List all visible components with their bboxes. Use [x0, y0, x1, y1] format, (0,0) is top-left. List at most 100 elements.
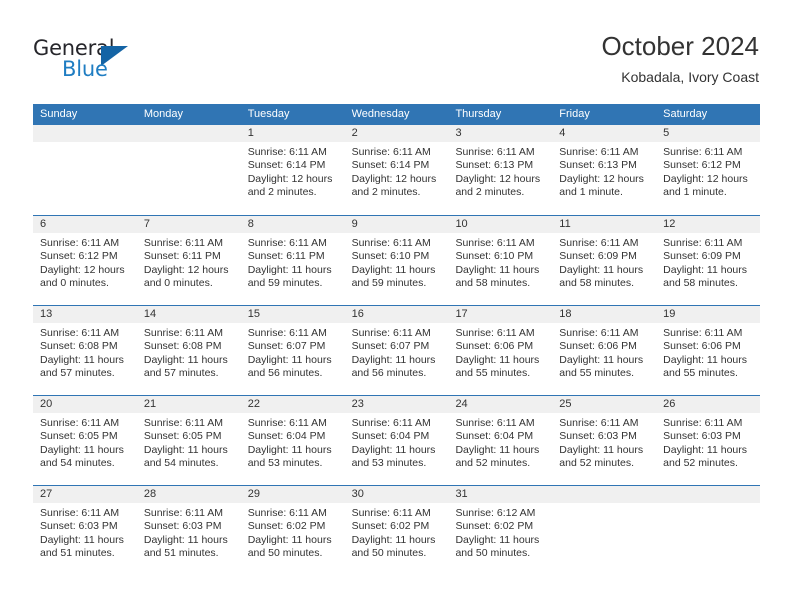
day-details [137, 142, 241, 146]
calendar-day-cell[interactable]: 15 Sunrise: 6:11 AM Sunset: 6:07 PM Dayligh… [240, 306, 345, 395]
sunrise-text: Sunrise: 6:11 AM [40, 507, 120, 519]
daylight-text: Daylight: 11 hours [40, 443, 124, 456]
calendar-day-cell[interactable]: 27 Sunrise: 6:11 AM Sunset: 6:03 PM Dayligh… [33, 486, 137, 575]
daylight-text-cont: and 56 minutes. [247, 367, 323, 380]
sunrise-text: Sunrise: 6:11 AM [455, 327, 535, 339]
daylight-text-cont: and 51 minutes. [143, 547, 219, 560]
day-details: Sunrise: 6:11 AM Sunset: 6:14 PM Daylight:… [345, 142, 449, 200]
calendar-day-cell[interactable]: 6 Sunrise: 6:11 AM Sunset: 6:12 PM Daylight… [33, 216, 137, 305]
daylight-text: Daylight: 12 hours [455, 172, 541, 185]
calendar-day-cell[interactable]: 24 Sunrise: 6:11 AM Sunset: 6:04 PM Dayligh… [448, 396, 553, 485]
day-number-band: 7 [136, 216, 241, 233]
daylight-text-cont: and 58 minutes. [663, 277, 738, 290]
calendar-day-cell[interactable]: 16 Sunrise: 6:11 AM Sunset: 6:07 PM Dayligh… [344, 306, 449, 395]
sunrise-text: Sunrise: 6:12 AM [455, 507, 536, 519]
day-details: Sunrise: 6:11 AM Sunset: 6:10 PM Daylight:… [345, 233, 449, 291]
sunrise-text: Sunrise: 6:11 AM [559, 146, 639, 158]
calendar-day-cell[interactable]: 26 Sunrise: 6:11 AM Sunset: 6:03 PM Dayligh… [656, 396, 761, 485]
calendar-day-cell[interactable]: 17 Sunrise: 6:11 AM Sunset: 6:06 PM Dayligh… [448, 306, 553, 395]
calendar-day-cell[interactable]: 30 Sunrise: 6:11 AM Sunset: 6:02 PM Dayligh… [344, 486, 449, 575]
sunrise-text: Sunrise: 6:11 AM [247, 417, 327, 429]
daylight-text-cont: and 1 minute. [559, 186, 623, 199]
daylight-text-cont: and 2 minutes. [247, 186, 317, 199]
daylight-text: Daylight: 11 hours [559, 263, 644, 276]
sunset-text: Sunset: 6:14 PM [247, 159, 326, 172]
calendar-day-cell[interactable]: 5 Sunrise: 6:11 AM Sunset: 6:12 PM Daylight… [656, 125, 761, 215]
sunset-text: Sunset: 6:05 PM [143, 430, 222, 443]
calendar-day-cell[interactable]: 13 Sunrise: 6:11 AM Sunset: 6:08 PM Dayligh… [33, 306, 137, 395]
weekday-header-saturday: Saturday [663, 108, 708, 120]
sunset-text: Sunset: 6:09 PM [663, 250, 741, 263]
day-number: 4 [559, 127, 566, 139]
general-blue-logo[interactable]: General Blue [33, 36, 143, 82]
calendar-day-cell[interactable]: 4 Sunrise: 6:11 AM Sunset: 6:13 PM Daylight… [552, 125, 657, 215]
sunset-text: Sunset: 6:02 PM [247, 520, 326, 533]
calendar-day-cell[interactable]: 7 Sunrise: 6:11 AM Sunset: 6:11 PM Daylight… [136, 216, 241, 305]
calendar-cell-empty [136, 125, 241, 215]
sunrise-text: Sunrise: 6:11 AM [143, 237, 224, 249]
day-number-band [136, 125, 241, 142]
daylight-text: Daylight: 12 hours [663, 172, 748, 185]
calendar-day-cell[interactable]: 28 Sunrise: 6:11 AM Sunset: 6:03 PM Dayligh… [136, 486, 241, 575]
day-number-band: 1 [240, 125, 345, 142]
calendar-day-cell[interactable]: 23 Sunrise: 6:11 AM Sunset: 6:04 PM Dayligh… [344, 396, 449, 485]
day-number: 5 [663, 127, 670, 139]
calendar-day-cell[interactable]: 12 Sunrise: 6:11 AM Sunset: 6:09 PM Dayligh… [656, 216, 761, 305]
calendar-day-cell[interactable]: 22 Sunrise: 6:11 AM Sunset: 6:04 PM Dayligh… [240, 396, 345, 485]
sunset-text: Sunset: 6:13 PM [559, 159, 637, 172]
day-details [656, 503, 760, 507]
day-details: Sunrise: 6:11 AM Sunset: 6:04 PM Daylight:… [448, 413, 552, 471]
calendar-day-cell[interactable]: 29 Sunrise: 6:11 AM Sunset: 6:02 PM Dayligh… [240, 486, 345, 575]
calendar-day-cell[interactable]: 11 Sunrise: 6:11 AM Sunset: 6:09 PM Dayligh… [552, 216, 657, 305]
sunrise-text: Sunrise: 6:11 AM [351, 237, 431, 249]
day-details: Sunrise: 6:11 AM Sunset: 6:13 PM Daylight:… [448, 142, 552, 200]
calendar-day-cell[interactable]: 25 Sunrise: 6:11 AM Sunset: 6:03 PM Dayligh… [552, 396, 657, 485]
calendar-day-cell[interactable]: 31 Sunrise: 6:12 AM Sunset: 6:02 PM Dayligh… [448, 486, 553, 575]
daylight-text-cont: and 50 minutes. [247, 547, 323, 560]
day-number-band: 22 [240, 396, 345, 413]
day-number-band: 16 [344, 306, 449, 323]
calendar-day-cell[interactable]: 1 Sunrise: 6:11 AM Sunset: 6:14 PM Daylight… [240, 125, 345, 215]
daylight-text: Daylight: 11 hours [40, 353, 124, 366]
day-number-band: 14 [136, 306, 241, 323]
calendar-day-cell[interactable]: 14 Sunrise: 6:11 AM Sunset: 6:08 PM Dayligh… [136, 306, 241, 395]
daylight-text-cont: and 52 minutes. [455, 457, 531, 470]
day-number-band: 9 [344, 216, 449, 233]
day-number: 27 [40, 488, 53, 500]
calendar-day-cell[interactable]: 10 Sunrise: 6:11 AM Sunset: 6:10 PM Dayligh… [448, 216, 553, 305]
day-number: 30 [351, 488, 364, 500]
day-details: Sunrise: 6:11 AM Sunset: 6:13 PM Daylight:… [552, 142, 656, 200]
calendar-day-cell[interactable]: 2 Sunrise: 6:11 AM Sunset: 6:14 PM Daylight… [344, 125, 449, 215]
day-number: 25 [559, 398, 572, 410]
day-number: 24 [455, 398, 468, 410]
day-number-band: 15 [240, 306, 345, 323]
calendar-page: General Blue October 2024 Kobadala, Ivor… [0, 0, 792, 612]
day-number-band: 27 [33, 486, 137, 503]
day-number: 14 [143, 308, 157, 320]
day-number-band: 25 [552, 396, 657, 413]
weekday-header-thursday: Thursday [455, 108, 502, 120]
day-details: Sunrise: 6:11 AM Sunset: 6:06 PM Daylight:… [656, 323, 760, 381]
sunrise-text: Sunrise: 6:11 AM [247, 146, 327, 158]
day-details [552, 503, 656, 507]
sunrise-text: Sunrise: 6:11 AM [40, 417, 120, 429]
daylight-text: Daylight: 11 hours [247, 263, 332, 276]
day-number: 17 [455, 308, 468, 320]
calendar-day-cell[interactable]: 8 Sunrise: 6:11 AM Sunset: 6:11 PM Daylight… [240, 216, 345, 305]
day-number-band: 20 [33, 396, 137, 413]
day-number-band: 18 [552, 306, 657, 323]
calendar-day-cell[interactable]: 21 Sunrise: 6:11 AM Sunset: 6:05 PM Dayligh… [136, 396, 241, 485]
day-details [33, 142, 137, 146]
calendar-day-cell[interactable]: 18 Sunrise: 6:11 AM Sunset: 6:06 PM Dayligh… [552, 306, 657, 395]
calendar-day-cell[interactable]: 3 Sunrise: 6:11 AM Sunset: 6:13 PM Daylight… [448, 125, 553, 215]
sunset-text: Sunset: 6:05 PM [40, 430, 118, 443]
sunset-text: Sunset: 6:04 PM [351, 430, 430, 443]
sunrise-text: Sunrise: 6:11 AM [559, 237, 639, 249]
calendar-day-cell[interactable]: 19 Sunrise: 6:11 AM Sunset: 6:06 PM Dayligh… [656, 306, 761, 395]
daylight-text: Daylight: 11 hours [351, 443, 436, 456]
daylight-text: Daylight: 11 hours [663, 443, 748, 456]
calendar-day-cell[interactable]: 20 Sunrise: 6:11 AM Sunset: 6:05 PM Dayligh… [33, 396, 137, 485]
day-details: Sunrise: 6:11 AM Sunset: 6:11 PM Daylight:… [137, 233, 241, 291]
sunset-text: Sunset: 6:07 PM [247, 340, 326, 353]
calendar-day-cell[interactable]: 9 Sunrise: 6:11 AM Sunset: 6:10 PM Daylight… [344, 216, 449, 305]
